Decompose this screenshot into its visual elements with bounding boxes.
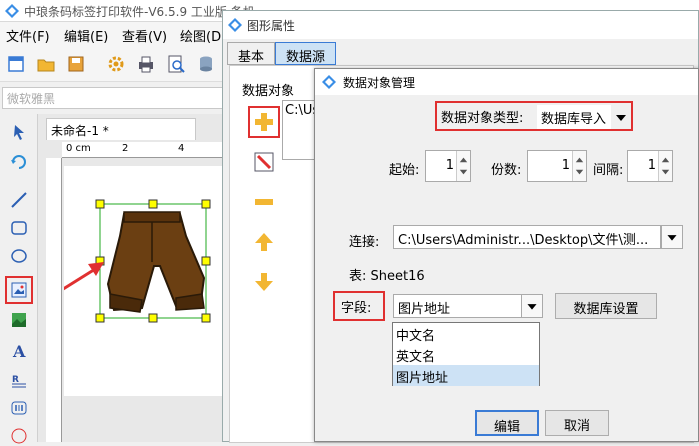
properties-titlebar: 图形属性 (223, 11, 698, 39)
connect-dropdown-icon[interactable] (661, 225, 683, 249)
ruler-left (46, 158, 62, 442)
left-toolbox: A R (0, 114, 38, 444)
ruler-mark-2: 2 (122, 143, 129, 154)
ruler-top: 0 cm 2 4 (62, 142, 230, 158)
move-up-icon[interactable] (252, 230, 276, 254)
field-dropdown-icon[interactable] (521, 294, 543, 318)
db-settings-label: 数据库设置 (573, 302, 639, 317)
move-down-icon[interactable] (252, 270, 276, 294)
connect-field[interactable]: C:\Users\Administr...\Desktop\文件\测... (393, 225, 661, 249)
ruler-mark-4: 4 (178, 143, 185, 154)
properties-tabs: 基本 数据源 (223, 39, 698, 65)
interval-value: 1 (647, 158, 656, 173)
edit-button-label: 编辑 (493, 420, 520, 435)
copies-spin-arrows-icon[interactable] (572, 151, 586, 181)
menubar: 文件(F) 编辑(E) 查看(V) 绘图(D) (0, 22, 230, 46)
properties-logo-icon (228, 18, 242, 32)
toolbar (0, 46, 230, 82)
font-row: 微软雅黑 (0, 82, 230, 114)
field-option-label: 中文名 (396, 329, 436, 344)
red-arrow-annotation (64, 262, 104, 291)
field-option-chinese-name[interactable]: 中文名 (393, 323, 539, 344)
connect-value: C:\Users\Administr...\Desktop\文件\测... (398, 233, 649, 248)
pointer-icon[interactable] (9, 122, 29, 142)
picture-tool-icon[interactable] (9, 310, 29, 330)
start-value: 1 (445, 158, 454, 173)
manager-titlebar: 数据对象管理 (315, 69, 698, 95)
field-select[interactable]: 图片地址 (393, 294, 523, 318)
type-select[interactable]: 数据库导入 (537, 105, 611, 129)
connect-label: 连接: (349, 235, 380, 250)
tab-basic[interactable]: 基本 (227, 42, 276, 65)
remove-icon[interactable] (252, 190, 276, 214)
document-tab[interactable]: 未命名-1 * (46, 118, 196, 140)
field-label: 字段: (341, 301, 372, 316)
data-object-group-label: 数据对象 (242, 84, 295, 99)
interval-label: 间隔: (593, 163, 624, 178)
text-tool-icon[interactable]: A (9, 340, 29, 360)
manager-title: 数据对象管理 (343, 76, 416, 90)
copies-spinner[interactable]: 1 (527, 150, 587, 182)
print-preview-icon[interactable] (166, 54, 186, 74)
save-icon[interactable] (66, 54, 86, 74)
type-dropdown-icon[interactable] (613, 107, 629, 127)
start-spin-arrows-icon[interactable] (456, 151, 470, 181)
menu-file[interactable]: 文件(F) (6, 26, 50, 45)
rotate-icon[interactable] (9, 150, 29, 170)
open-folder-icon[interactable] (36, 54, 56, 74)
add-icon[interactable] (252, 110, 276, 134)
copies-label: 份数: (491, 163, 522, 178)
new-file-icon[interactable] (6, 54, 26, 74)
cancel-button[interactable]: 取消 (545, 410, 609, 436)
interval-spinner[interactable]: 1 (627, 150, 673, 182)
pants-image[interactable] (106, 211, 206, 313)
rectangle-tool-icon[interactable] (9, 218, 29, 238)
edit-button[interactable]: 编辑 (475, 410, 539, 436)
start-label: 起始: (389, 163, 420, 178)
document-tab-title: 未命名-1 * (51, 124, 109, 138)
menu-draw[interactable]: 绘图(D) (180, 26, 226, 45)
start-spinner[interactable]: 1 (425, 150, 471, 182)
field-option-label: 英文名 (396, 350, 436, 365)
image-tool-icon[interactable] (9, 280, 29, 300)
menu-edit[interactable]: 编辑(E) (64, 26, 108, 45)
db-settings-button[interactable]: 数据库设置 (555, 293, 657, 319)
app-logo-icon (5, 4, 19, 18)
table-label: 表: Sheet16 (349, 269, 425, 284)
type-select-value: 数据库导入 (541, 112, 607, 127)
copies-value: 1 (561, 158, 570, 173)
ellipse-tool-icon[interactable] (9, 246, 29, 266)
canvas-drawing (64, 199, 211, 323)
menu-view[interactable]: 查看(V) (122, 26, 167, 45)
manager-logo-icon (322, 75, 336, 89)
rich-text-tool-icon[interactable]: R (9, 370, 29, 390)
interval-spin-arrows-icon[interactable] (658, 151, 672, 181)
barcode-tool-icon[interactable] (9, 398, 29, 418)
line-tool-icon[interactable] (9, 190, 29, 210)
field-dropdown-list: 中文名 英文名 图片地址 (392, 322, 540, 386)
tab-basic-label: 基本 (238, 50, 265, 65)
type-label: 数据对象类型: (441, 111, 524, 126)
font-selector[interactable]: 微软雅黑 (2, 87, 224, 109)
edit-icon[interactable] (252, 150, 276, 174)
tab-datasource-label: 数据源 (286, 50, 326, 65)
svg-text:A: A (12, 342, 26, 360)
database-icon[interactable] (196, 54, 216, 74)
print-icon[interactable] (136, 54, 156, 74)
field-select-value: 图片地址 (398, 302, 451, 317)
tab-datasource[interactable]: 数据源 (275, 42, 337, 65)
font-placeholder: 微软雅黑 (7, 92, 56, 106)
document-area: 未命名-1 * 0 cm 2 4 (38, 114, 230, 442)
field-option-image-path[interactable]: 图片地址 (393, 365, 539, 386)
field-option-label: 图片地址 (396, 371, 449, 386)
properties-title: 图形属性 (247, 19, 296, 33)
settings-gear-icon[interactable] (106, 54, 126, 74)
ruler-zero-label: 0 cm (66, 143, 91, 154)
field-option-english-name[interactable]: 英文名 (393, 344, 539, 365)
stamp-tool-icon[interactable] (9, 426, 29, 446)
app-title-text: 中琅条码标签打印软件-V6.5.9 工业版 备机 (24, 5, 255, 19)
cancel-button-label: 取消 (563, 419, 590, 434)
label-canvas[interactable] (64, 166, 230, 396)
